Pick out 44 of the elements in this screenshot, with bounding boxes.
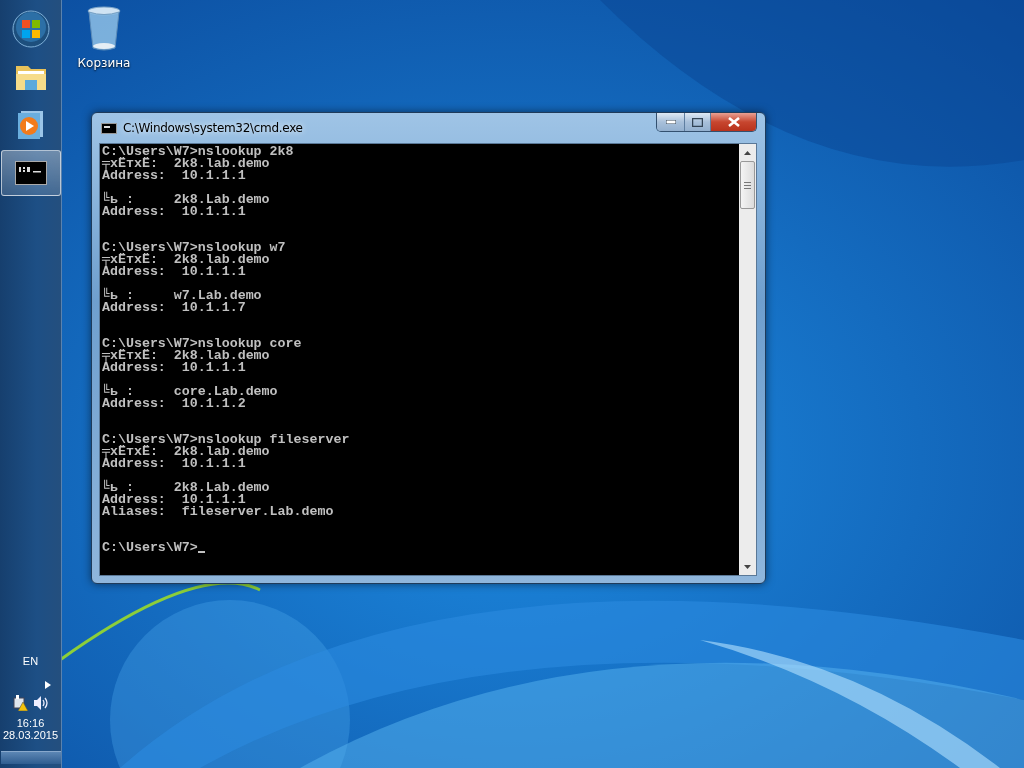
start-orb-icon <box>11 10 50 48</box>
clock-date[interactable]: 28.03.2015 <box>2 729 59 741</box>
up-arrow-icon[interactable] <box>744 150 751 155</box>
console-line: Address: 10.1.1.1 <box>102 206 246 218</box>
console-line: C:\Users\W7>nslookup fileserver <box>102 434 350 446</box>
console-line: Address: 10.1.1.1 <box>102 170 246 182</box>
console-line: ╤xЁтxЁ: 2k8.lab.demo <box>102 446 270 458</box>
scrollbar[interactable] <box>739 144 756 575</box>
console-line: Address: 10.1.1.1 <box>102 458 246 470</box>
console-line: Address: 10.1.1.1 <box>102 362 246 374</box>
console-line: Address: 10.1.1.1 <box>102 266 246 278</box>
speaker-icon[interactable] <box>32 695 49 711</box>
show-desktop-button[interactable] <box>0 751 61 764</box>
network-warning-icon[interactable] <box>12 695 29 711</box>
console-line: Address: 10.1.1.2 <box>102 398 246 410</box>
console-line: Address: 10.1.1.1 <box>102 494 246 506</box>
taskbar-button[interactable] <box>0 150 61 196</box>
console-icon <box>14 161 47 185</box>
console-line: Address: 10.1.1.7 <box>102 302 246 314</box>
scroll-thumb[interactable] <box>740 161 755 209</box>
console-line: C:\Users\W7>nslookup core <box>102 338 302 350</box>
minimize-icon <box>665 120 676 124</box>
window-title: C:\Windows\system32\cmd.exe <box>123 121 304 135</box>
clock-time[interactable]: 16:16 <box>16 717 45 729</box>
console-line: ╤xЁтxЁ: 2k8.lab.demo <box>102 350 270 362</box>
triangle-icon[interactable] <box>44 681 51 689</box>
play-icon <box>16 110 45 140</box>
language-indicator[interactable]: EN <box>22 655 39 667</box>
close-icon <box>727 117 740 127</box>
text-cursor <box>197 551 205 553</box>
console-line: C:\Users\W7>nslookup w7 <box>102 242 286 254</box>
down-arrow-icon[interactable] <box>744 564 751 569</box>
console-line: Aliases: fileserver.Lab.demo <box>102 506 334 518</box>
console-prompt: C:\Users\W7> <box>102 542 198 554</box>
close-button[interactable] <box>710 113 756 131</box>
maximize-icon <box>692 117 703 127</box>
recycle-bin-icon[interactable] <box>86 6 122 52</box>
console-icon <box>101 122 117 134</box>
console-line: C:\Users\W7>nslookup 2k8 <box>102 146 294 158</box>
console-line: ╤xЁтxЁ: 2k8.lab.demo <box>102 158 270 170</box>
maximize-button[interactable] <box>684 113 710 131</box>
grip-icon <box>744 181 751 189</box>
console-line: ╤xЁтxЁ: 2k8.lab.demo <box>102 254 270 266</box>
desktop-icon-label[interactable]: Корзина <box>77 56 131 70</box>
